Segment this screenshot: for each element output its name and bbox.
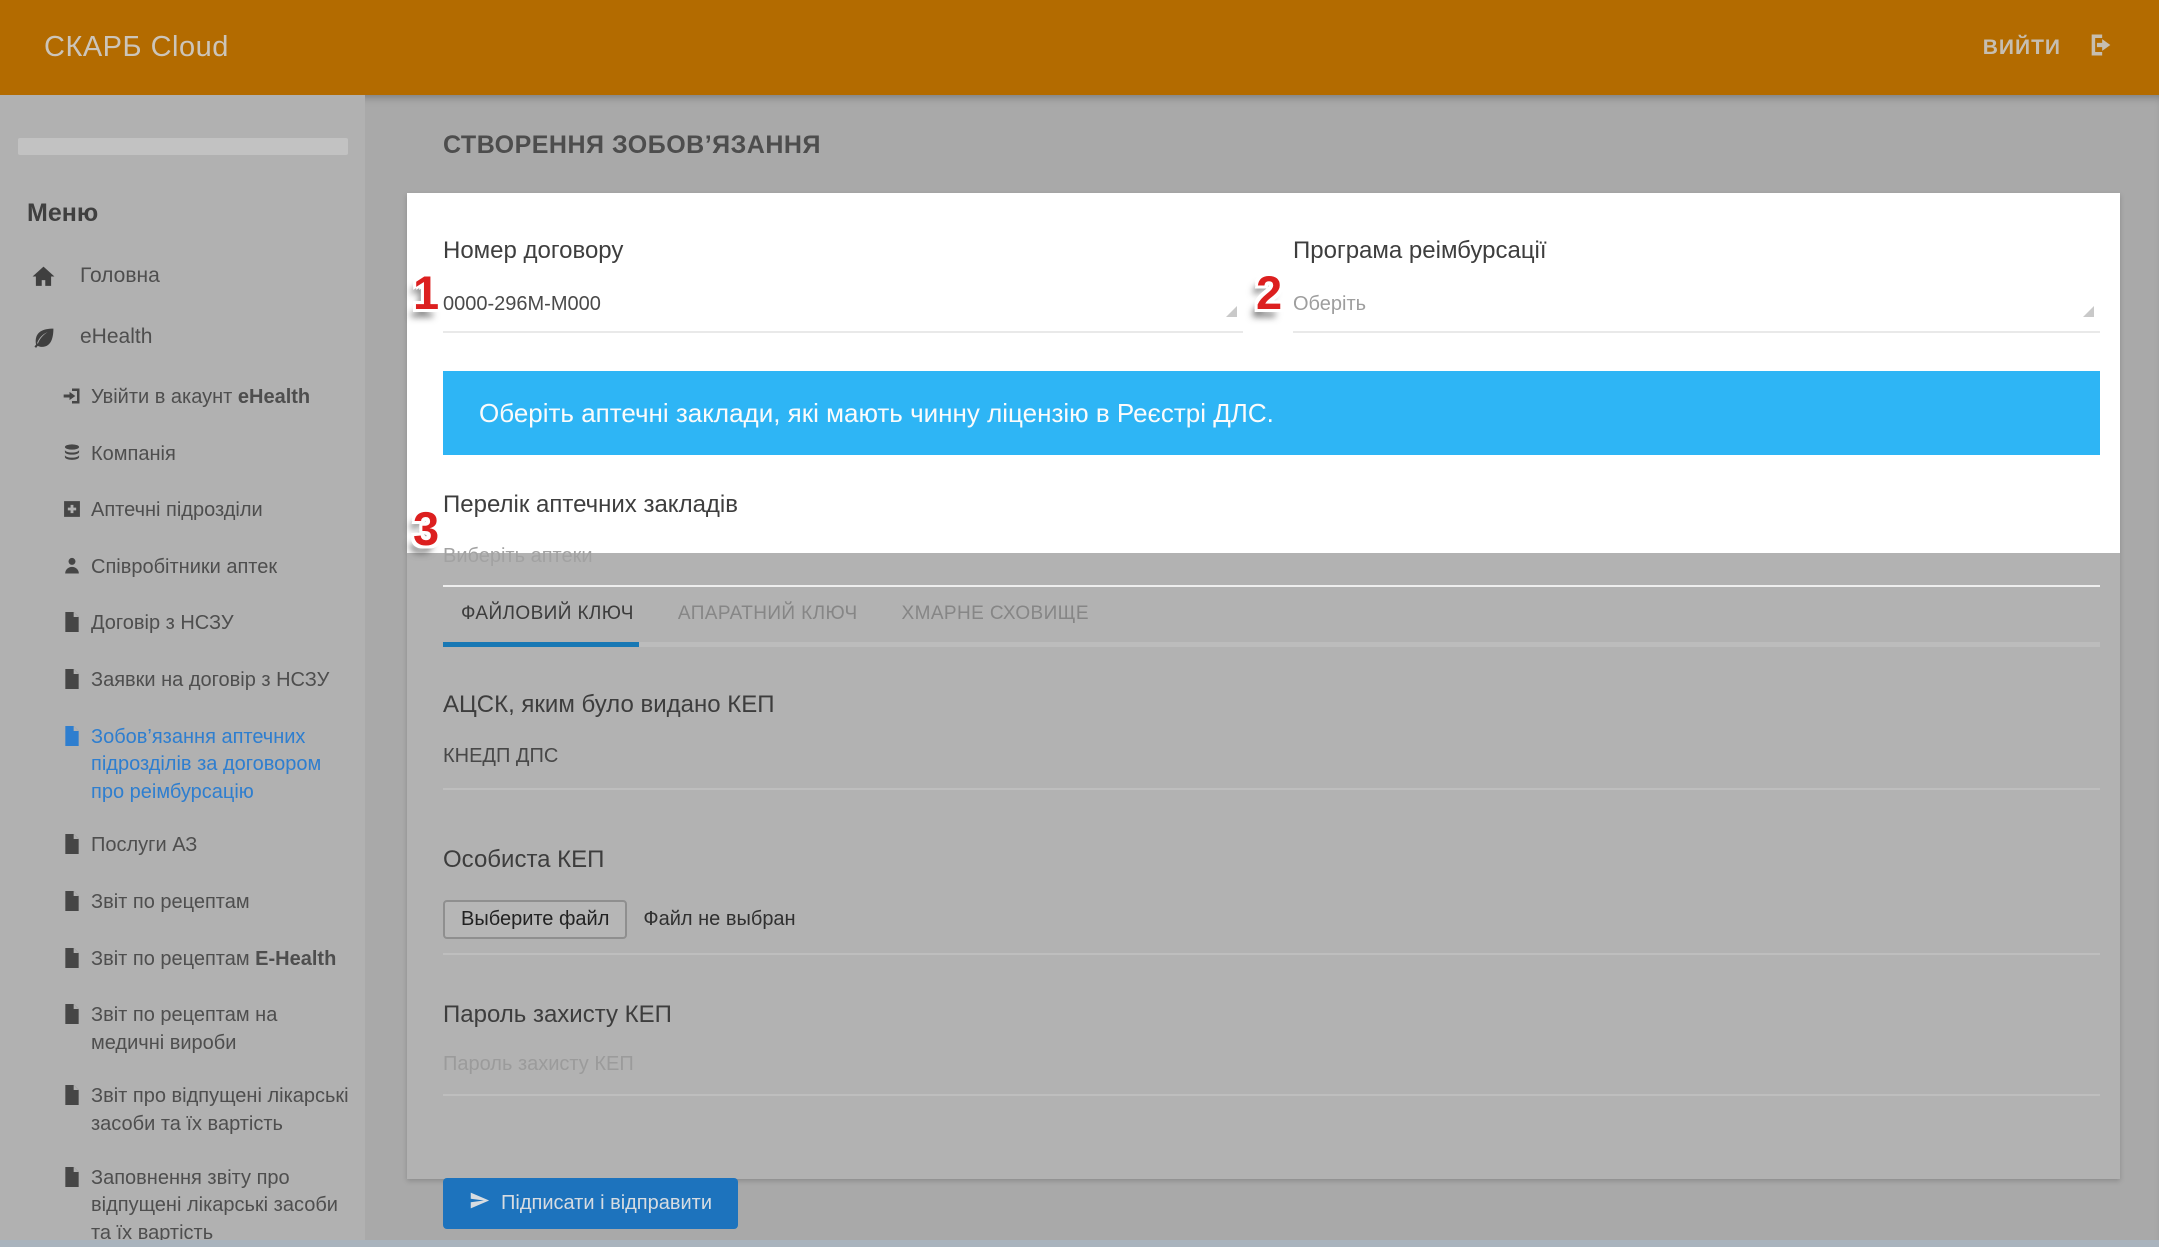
sidebar-item-recipes-report-ehealth[interactable]: Звіт по рецептам E-Health	[62, 946, 354, 977]
app-window: СКАРБ Cloud ВИЙТИ Меню Головна eH	[0, 0, 2159, 1247]
sidebar-item-pharmacy-staff[interactable]: Співробітники аптек	[62, 554, 354, 585]
file-icon	[62, 726, 82, 755]
file-icon	[62, 612, 82, 641]
pharmacies-select[interactable]: Виберіть аптеки	[443, 545, 2100, 587]
annotation-step-1: 1	[413, 265, 439, 320]
brand-title: СКАРБ Cloud	[44, 31, 229, 64]
sidebar-item-home[interactable]: Головна	[30, 264, 365, 289]
plus-square-icon	[62, 499, 82, 528]
sidebar-item-az-services[interactable]: Послуги АЗ	[62, 832, 354, 863]
user-icon	[62, 556, 82, 585]
file-icon	[62, 1004, 82, 1033]
sidebar-item-medical-devices-report[interactable]: Звіт по рецептам на медичні вироби	[62, 1002, 354, 1057]
active-tab-underline	[443, 642, 639, 647]
page-title: СТВОРЕННЯ ЗОБОВ’ЯЗАННЯ	[443, 131, 2159, 160]
tab-hardware-key[interactable]: АПАРАТНИЙ КЛЮЧ	[660, 603, 876, 625]
key-password-input[interactable]	[443, 1035, 2100, 1094]
acsk-value: КНЕДП ДПС	[443, 745, 558, 767]
file-status-text: Файл не выбран	[643, 908, 795, 931]
key-password-field-wrap	[443, 1035, 2100, 1096]
sidebar-item-dispensed-drugs-report[interactable]: Звіт про відпущені лікарські засоби та ї…	[62, 1083, 354, 1138]
sidebar-placeholder-bar	[18, 138, 348, 155]
file-icon	[62, 1085, 82, 1114]
sidebar: Меню Головна eHealth Увійти в ака	[0, 95, 365, 1240]
database-icon	[62, 443, 82, 472]
sidebar-menu-title: Меню	[27, 199, 365, 228]
sign-out-icon	[2087, 31, 2115, 64]
signing-section: ФАЙЛОВИЙ КЛЮЧ АПАРАТНИЙ КЛЮЧ ХМАРНЕ СХОВ…	[407, 603, 2120, 1229]
key-type-tabs: ФАЙЛОВИЙ КЛЮЧ АПАРАТНИЙ КЛЮЧ ХМАРНЕ СХОВ…	[443, 603, 2100, 625]
home-icon	[30, 264, 56, 289]
contract-number-value: 0000-296M-M000	[443, 293, 601, 315]
sidebar-submenu: Увійти в акаунт eHealth Компанія Аптечні…	[62, 384, 354, 1240]
tab-file-key[interactable]: ФАЙЛОВИЙ КЛЮЧ	[443, 603, 652, 625]
dropdown-arrow-icon	[1226, 306, 1237, 317]
sign-and-send-button[interactable]: Підписати і відправити	[443, 1178, 738, 1229]
sidebar-item-obligations-reimbursement[interactable]: Зобов’язання аптечних підрозділів за дог…	[62, 724, 354, 807]
file-icon	[62, 948, 82, 977]
file-icon	[62, 834, 82, 863]
reimbursement-program-select[interactable]: Оберіть	[1293, 293, 2100, 333]
sign-in-icon	[62, 386, 82, 415]
key-file-input-row: Выберите файл Файл не выбран	[443, 900, 2100, 955]
dropdown-arrow-icon	[2083, 306, 2094, 317]
send-icon	[469, 1190, 490, 1217]
choose-file-button[interactable]: Выберите файл	[443, 900, 627, 939]
sidebar-item-company[interactable]: Компанія	[62, 441, 354, 472]
pharmacies-placeholder: Виберіть аптеки	[443, 545, 593, 567]
key-password-label: Пароль захисту КЕП	[443, 1001, 2100, 1029]
logout-label: ВИЙТИ	[1983, 36, 2061, 60]
file-icon	[62, 669, 82, 698]
main-content: СТВОРЕННЯ ЗОБОВ’ЯЗАННЯ Номер договору 00…	[365, 95, 2159, 1240]
sidebar-item-nszu-applications[interactable]: Заявки на договір з НСЗУ	[62, 667, 354, 698]
sidebar-item-recipes-report[interactable]: Звіт по рецептам	[62, 889, 354, 920]
reimbursement-program-label: Програма реімбурсації	[1293, 237, 2100, 265]
sidebar-item-ehealth[interactable]: eHealth	[30, 325, 365, 350]
pharmacies-list-label: Перелік аптечних закладів	[443, 491, 2100, 519]
contract-number-label: Номер договору	[443, 237, 1243, 265]
annotation-step-3: 3	[413, 501, 439, 556]
sidebar-item-ehealth-login[interactable]: Увійти в акаунт eHealth	[62, 384, 354, 415]
sidebar-item-fill-dispensed-drugs-report[interactable]: Заповнення звіту про відпущені лікарські…	[62, 1165, 354, 1241]
tab-cloud-storage[interactable]: ХМАРНЕ СХОВИЩЕ	[884, 603, 1107, 625]
logout-button[interactable]: ВИЙТИ	[1983, 31, 2115, 64]
personal-key-label: Особиста КЕП	[443, 846, 2100, 874]
acsk-label: АЦСК, яким було видано КЕП	[443, 691, 2100, 719]
tabs-divider	[443, 642, 2100, 647]
sidebar-item-nszu-contract[interactable]: Договір з НСЗУ	[62, 610, 354, 641]
info-banner-text: Оберіть аптечні заклади, які мають чинну…	[479, 398, 1274, 429]
sidebar-item-pharmacy-units[interactable]: Аптечні підрозділи	[62, 497, 354, 528]
leaf-icon	[30, 325, 56, 350]
acsk-select[interactable]: КНЕДП ДПС	[443, 745, 2100, 790]
reimbursement-program-placeholder: Оберіть	[1293, 293, 1366, 315]
file-icon	[62, 1167, 82, 1196]
bottom-edge-strip	[0, 1240, 2159, 1247]
file-icon	[62, 891, 82, 920]
info-banner: Оберіть аптечні заклади, які мають чинну…	[443, 371, 2100, 455]
annotation-step-2: 2	[1256, 265, 1282, 320]
top-bar: СКАРБ Cloud ВИЙТИ	[0, 0, 2159, 95]
obligation-form-card: Номер договору 0000-296M-M000 Програма р…	[407, 193, 2120, 553]
contract-number-select[interactable]: 0000-296M-M000	[443, 293, 1243, 333]
content-panel: Номер договору 0000-296M-M000 Програма р…	[407, 193, 2120, 1179]
